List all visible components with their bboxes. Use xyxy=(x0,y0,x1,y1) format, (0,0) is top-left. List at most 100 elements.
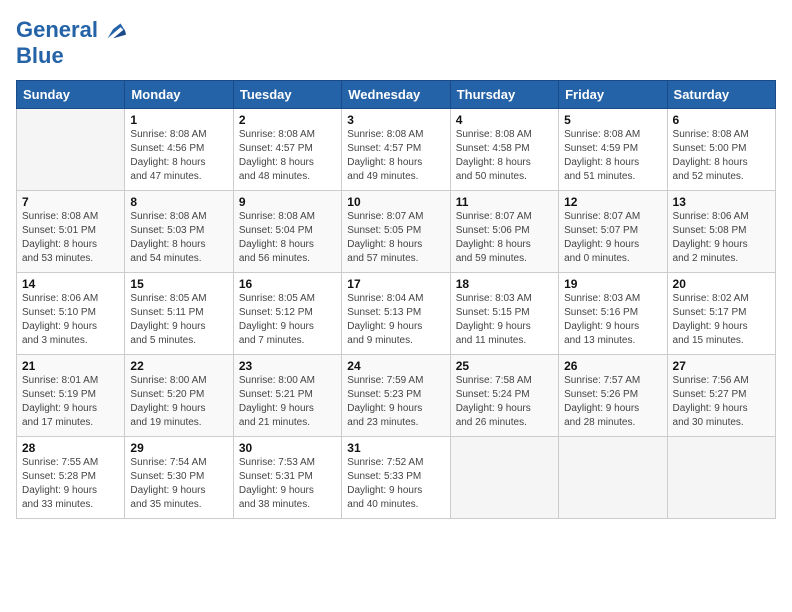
day-cell: 10Sunrise: 8:07 AMSunset: 5:05 PMDayligh… xyxy=(342,191,450,273)
day-cell: 13Sunrise: 8:06 AMSunset: 5:08 PMDayligh… xyxy=(667,191,775,273)
day-info: Sunrise: 8:03 AMSunset: 5:15 PMDaylight:… xyxy=(456,292,553,348)
day-info: Sunrise: 7:59 AMSunset: 5:23 PMDaylight:… xyxy=(347,374,444,430)
col-header-wednesday: Wednesday xyxy=(342,81,450,109)
day-number: 11 xyxy=(456,195,553,209)
day-cell: 15Sunrise: 8:05 AMSunset: 5:11 PMDayligh… xyxy=(125,273,233,355)
day-info: Sunrise: 7:56 AMSunset: 5:27 PMDaylight:… xyxy=(673,374,770,430)
day-info: Sunrise: 7:58 AMSunset: 5:24 PMDaylight:… xyxy=(456,374,553,430)
day-cell xyxy=(559,437,667,519)
day-cell: 5Sunrise: 8:08 AMSunset: 4:59 PMDaylight… xyxy=(559,109,667,191)
day-info: Sunrise: 8:08 AMSunset: 5:01 PMDaylight:… xyxy=(22,210,119,266)
week-row-4: 21Sunrise: 8:01 AMSunset: 5:19 PMDayligh… xyxy=(17,355,776,437)
col-header-tuesday: Tuesday xyxy=(233,81,341,109)
header-row: SundayMondayTuesdayWednesdayThursdayFrid… xyxy=(17,81,776,109)
week-row-2: 7Sunrise: 8:08 AMSunset: 5:01 PMDaylight… xyxy=(17,191,776,273)
day-info: Sunrise: 8:02 AMSunset: 5:17 PMDaylight:… xyxy=(673,292,770,348)
day-info: Sunrise: 8:06 AMSunset: 5:08 PMDaylight:… xyxy=(673,210,770,266)
day-info: Sunrise: 8:08 AMSunset: 5:03 PMDaylight:… xyxy=(130,210,227,266)
day-number: 9 xyxy=(239,195,336,209)
day-cell: 24Sunrise: 7:59 AMSunset: 5:23 PMDayligh… xyxy=(342,355,450,437)
day-info: Sunrise: 7:52 AMSunset: 5:33 PMDaylight:… xyxy=(347,456,444,512)
day-cell: 11Sunrise: 8:07 AMSunset: 5:06 PMDayligh… xyxy=(450,191,558,273)
day-info: Sunrise: 8:08 AMSunset: 4:57 PMDaylight:… xyxy=(347,128,444,184)
col-header-monday: Monday xyxy=(125,81,233,109)
col-header-sunday: Sunday xyxy=(17,81,125,109)
day-number: 5 xyxy=(564,113,661,127)
day-info: Sunrise: 8:08 AMSunset: 5:00 PMDaylight:… xyxy=(673,128,770,184)
day-cell: 23Sunrise: 8:00 AMSunset: 5:21 PMDayligh… xyxy=(233,355,341,437)
col-header-friday: Friday xyxy=(559,81,667,109)
week-row-3: 14Sunrise: 8:06 AMSunset: 5:10 PMDayligh… xyxy=(17,273,776,355)
day-info: Sunrise: 8:00 AMSunset: 5:20 PMDaylight:… xyxy=(130,374,227,430)
day-info: Sunrise: 8:06 AMSunset: 5:10 PMDaylight:… xyxy=(22,292,119,348)
day-info: Sunrise: 8:08 AMSunset: 4:56 PMDaylight:… xyxy=(130,128,227,184)
day-cell: 3Sunrise: 8:08 AMSunset: 4:57 PMDaylight… xyxy=(342,109,450,191)
day-info: Sunrise: 8:05 AMSunset: 5:11 PMDaylight:… xyxy=(130,292,227,348)
day-cell: 14Sunrise: 8:06 AMSunset: 5:10 PMDayligh… xyxy=(17,273,125,355)
day-number: 15 xyxy=(130,277,227,291)
day-cell: 6Sunrise: 8:08 AMSunset: 5:00 PMDaylight… xyxy=(667,109,775,191)
day-cell: 28Sunrise: 7:55 AMSunset: 5:28 PMDayligh… xyxy=(17,437,125,519)
week-row-1: 1Sunrise: 8:08 AMSunset: 4:56 PMDaylight… xyxy=(17,109,776,191)
day-info: Sunrise: 8:03 AMSunset: 5:16 PMDaylight:… xyxy=(564,292,661,348)
day-info: Sunrise: 8:08 AMSunset: 4:58 PMDaylight:… xyxy=(456,128,553,184)
day-info: Sunrise: 8:08 AMSunset: 5:04 PMDaylight:… xyxy=(239,210,336,266)
week-row-5: 28Sunrise: 7:55 AMSunset: 5:28 PMDayligh… xyxy=(17,437,776,519)
day-info: Sunrise: 7:57 AMSunset: 5:26 PMDaylight:… xyxy=(564,374,661,430)
day-cell: 9Sunrise: 8:08 AMSunset: 5:04 PMDaylight… xyxy=(233,191,341,273)
day-cell: 31Sunrise: 7:52 AMSunset: 5:33 PMDayligh… xyxy=(342,437,450,519)
day-cell: 17Sunrise: 8:04 AMSunset: 5:13 PMDayligh… xyxy=(342,273,450,355)
day-info: Sunrise: 7:53 AMSunset: 5:31 PMDaylight:… xyxy=(239,456,336,512)
day-cell: 1Sunrise: 8:08 AMSunset: 4:56 PMDaylight… xyxy=(125,109,233,191)
day-cell: 2Sunrise: 8:08 AMSunset: 4:57 PMDaylight… xyxy=(233,109,341,191)
day-number: 2 xyxy=(239,113,336,127)
day-cell: 16Sunrise: 8:05 AMSunset: 5:12 PMDayligh… xyxy=(233,273,341,355)
day-cell: 21Sunrise: 8:01 AMSunset: 5:19 PMDayligh… xyxy=(17,355,125,437)
day-number: 7 xyxy=(22,195,119,209)
logo-blue: Blue xyxy=(16,44,128,68)
day-number: 16 xyxy=(239,277,336,291)
day-cell: 7Sunrise: 8:08 AMSunset: 5:01 PMDaylight… xyxy=(17,191,125,273)
logo-icon xyxy=(100,16,128,44)
day-number: 8 xyxy=(130,195,227,209)
logo: General Blue xyxy=(16,16,128,68)
day-info: Sunrise: 8:07 AMSunset: 5:06 PMDaylight:… xyxy=(456,210,553,266)
day-info: Sunrise: 8:07 AMSunset: 5:07 PMDaylight:… xyxy=(564,210,661,266)
day-cell: 20Sunrise: 8:02 AMSunset: 5:17 PMDayligh… xyxy=(667,273,775,355)
day-number: 23 xyxy=(239,359,336,373)
day-number: 31 xyxy=(347,441,444,455)
day-number: 17 xyxy=(347,277,444,291)
day-cell: 25Sunrise: 7:58 AMSunset: 5:24 PMDayligh… xyxy=(450,355,558,437)
day-number: 26 xyxy=(564,359,661,373)
logo-text: General xyxy=(16,18,98,42)
day-number: 19 xyxy=(564,277,661,291)
day-number: 14 xyxy=(22,277,119,291)
day-number: 28 xyxy=(22,441,119,455)
day-number: 21 xyxy=(22,359,119,373)
day-number: 6 xyxy=(673,113,770,127)
day-number: 30 xyxy=(239,441,336,455)
day-info: Sunrise: 8:04 AMSunset: 5:13 PMDaylight:… xyxy=(347,292,444,348)
day-cell xyxy=(17,109,125,191)
day-info: Sunrise: 7:55 AMSunset: 5:28 PMDaylight:… xyxy=(22,456,119,512)
day-cell: 18Sunrise: 8:03 AMSunset: 5:15 PMDayligh… xyxy=(450,273,558,355)
col-header-thursday: Thursday xyxy=(450,81,558,109)
day-cell: 12Sunrise: 8:07 AMSunset: 5:07 PMDayligh… xyxy=(559,191,667,273)
day-number: 18 xyxy=(456,277,553,291)
day-info: Sunrise: 8:01 AMSunset: 5:19 PMDaylight:… xyxy=(22,374,119,430)
day-info: Sunrise: 8:07 AMSunset: 5:05 PMDaylight:… xyxy=(347,210,444,266)
day-info: Sunrise: 8:08 AMSunset: 4:57 PMDaylight:… xyxy=(239,128,336,184)
day-cell: 29Sunrise: 7:54 AMSunset: 5:30 PMDayligh… xyxy=(125,437,233,519)
day-number: 25 xyxy=(456,359,553,373)
day-cell xyxy=(450,437,558,519)
day-number: 13 xyxy=(673,195,770,209)
day-cell: 26Sunrise: 7:57 AMSunset: 5:26 PMDayligh… xyxy=(559,355,667,437)
calendar-table: SundayMondayTuesdayWednesdayThursdayFrid… xyxy=(16,80,776,519)
col-header-saturday: Saturday xyxy=(667,81,775,109)
day-cell: 19Sunrise: 8:03 AMSunset: 5:16 PMDayligh… xyxy=(559,273,667,355)
day-number: 4 xyxy=(456,113,553,127)
day-number: 29 xyxy=(130,441,227,455)
day-number: 3 xyxy=(347,113,444,127)
day-info: Sunrise: 8:00 AMSunset: 5:21 PMDaylight:… xyxy=(239,374,336,430)
day-number: 24 xyxy=(347,359,444,373)
